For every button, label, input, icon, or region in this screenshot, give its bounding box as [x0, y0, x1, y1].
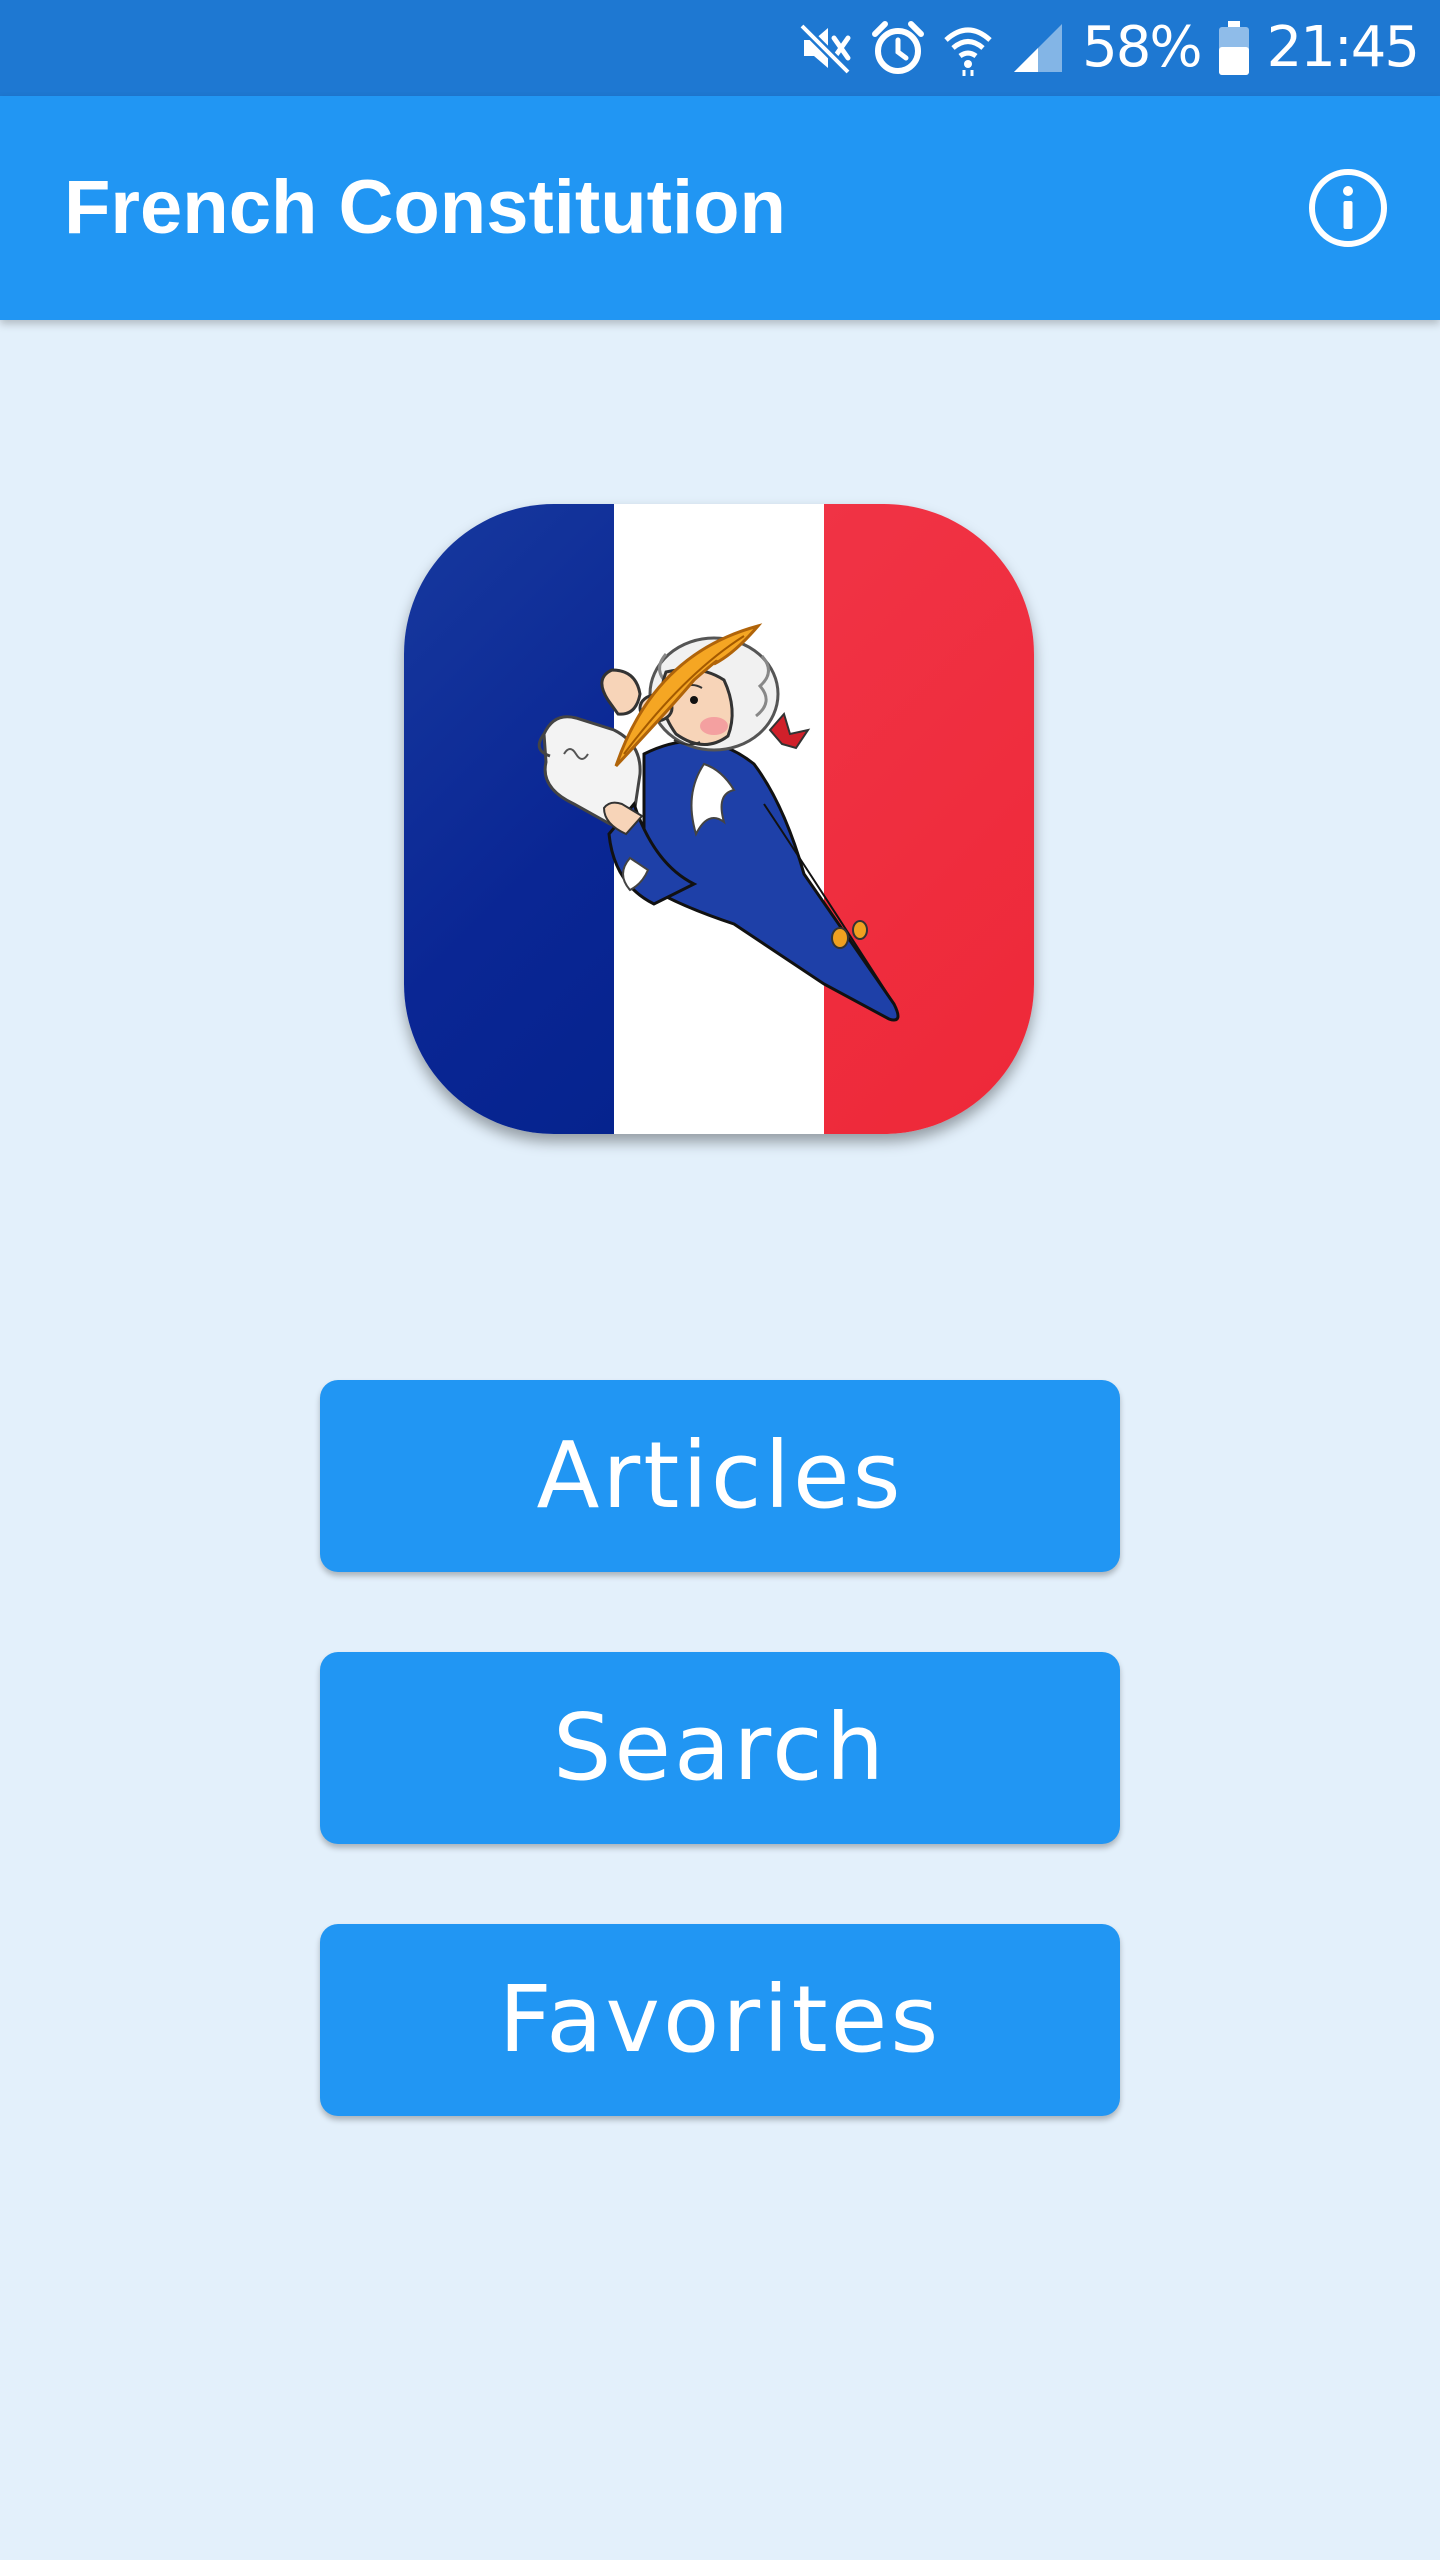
- battery-icon: [1218, 21, 1249, 75]
- clock: 21:45: [1266, 15, 1420, 80]
- mute-icon: [798, 20, 854, 76]
- signal-icon: [1012, 22, 1064, 74]
- info-icon: [1309, 169, 1387, 247]
- wifi-icon: [942, 20, 994, 76]
- app-logo: [404, 504, 1034, 1134]
- app-bar: French Constitution: [0, 96, 1440, 320]
- status-icons: 58% 21:45: [798, 0, 1420, 96]
- status-bar: 58% 21:45: [0, 0, 1440, 96]
- articles-button[interactable]: Articles: [320, 1380, 1120, 1572]
- search-button[interactable]: Search: [320, 1652, 1120, 1844]
- battery-percent: 58%: [1082, 15, 1202, 80]
- info-button[interactable]: [1306, 166, 1390, 250]
- favorites-button[interactable]: Favorites: [320, 1924, 1120, 2116]
- alarm-icon: [872, 20, 925, 76]
- app-title: French Constitution: [64, 165, 786, 250]
- quill-writer-figure: [537, 623, 900, 1022]
